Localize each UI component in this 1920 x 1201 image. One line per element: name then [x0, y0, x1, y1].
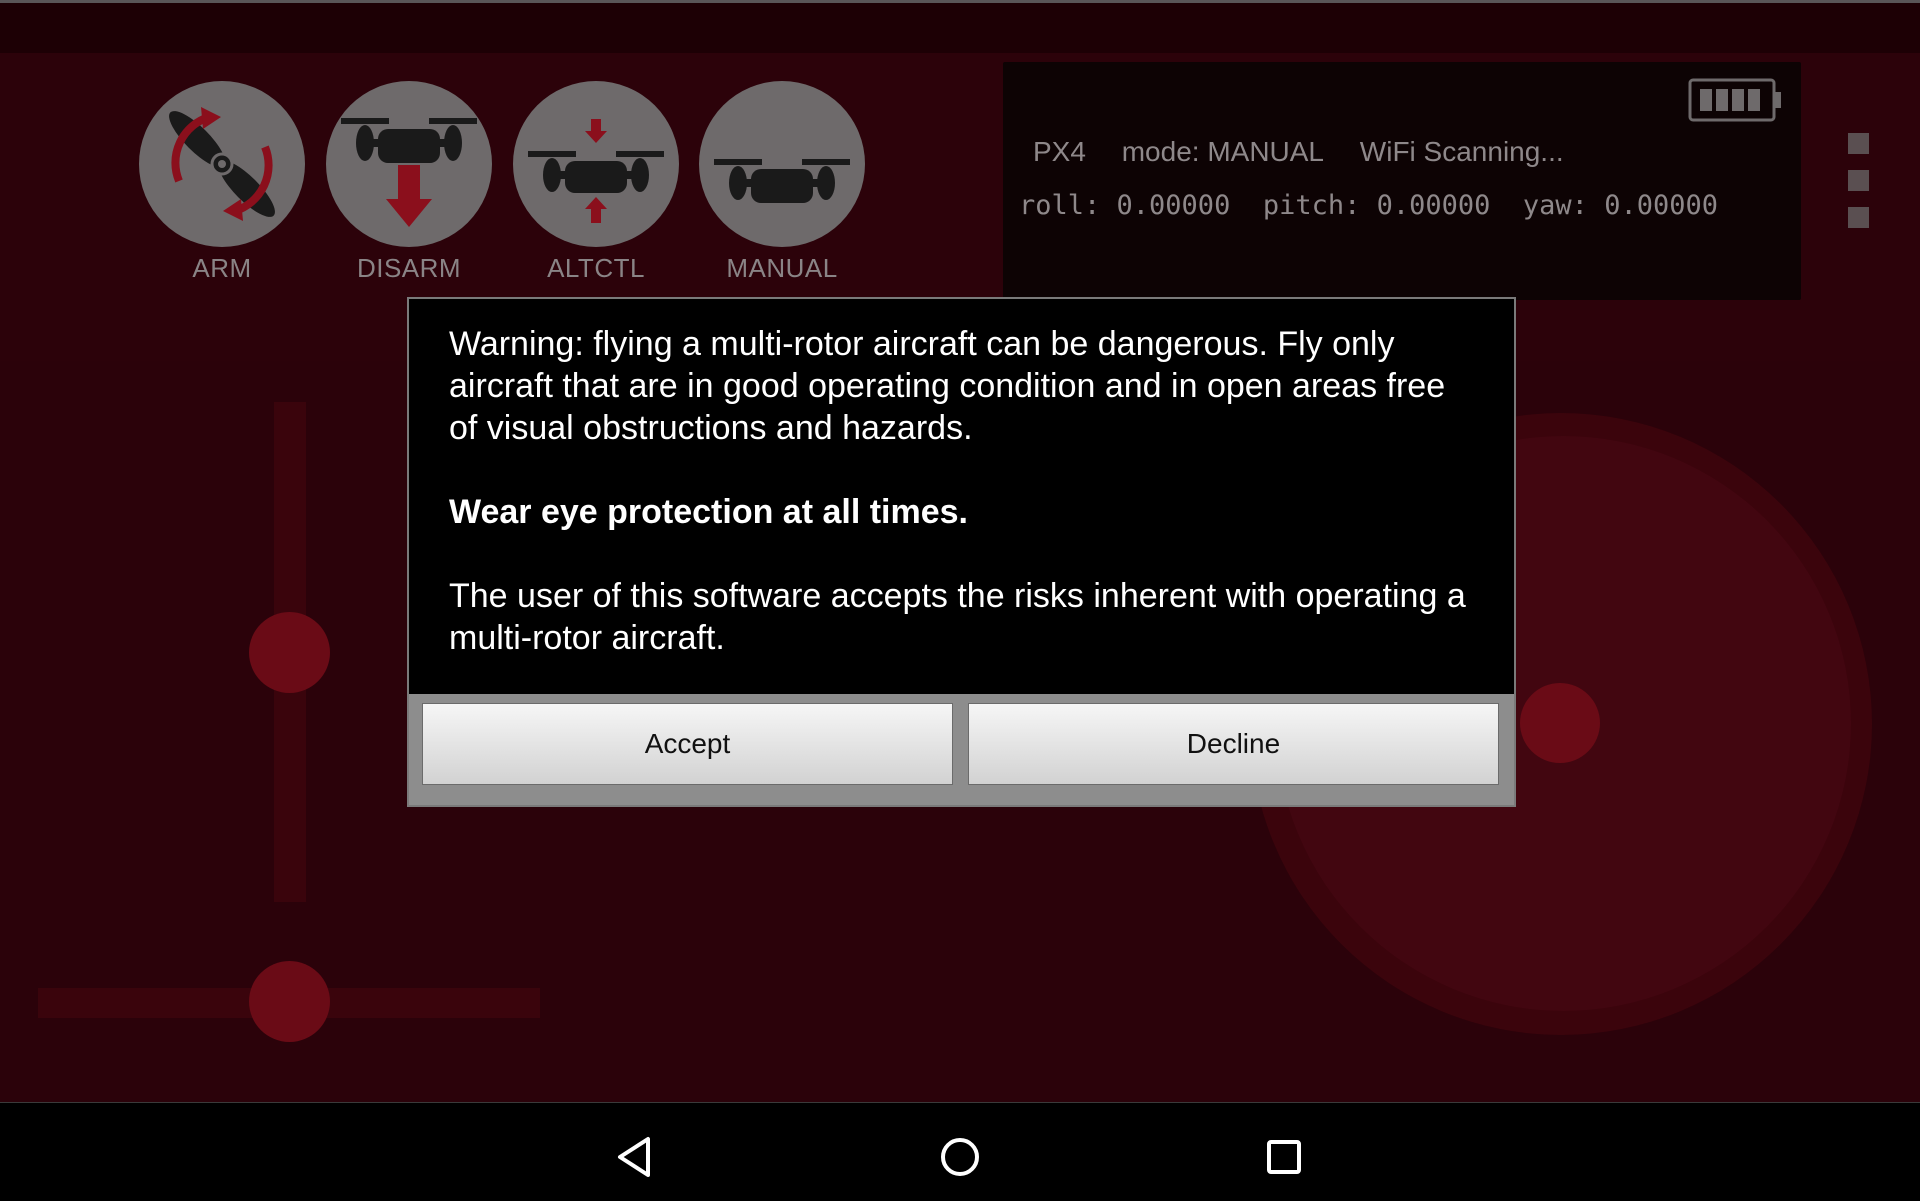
risk-acceptance-text: The user of this software accepts the ri…: [449, 577, 1466, 657]
drone-down-arrow-icon: [326, 81, 492, 247]
altctl-label: ALTCTL: [547, 253, 645, 283]
arm-button[interactable]: ARM: [136, 78, 308, 293]
yaw-knob[interactable]: [249, 961, 330, 1042]
altctl-button[interactable]: ALTCTL: [510, 78, 682, 293]
disarm-label: DISARM: [356, 253, 462, 283]
back-triangle-icon[interactable]: [604, 1125, 668, 1189]
attitude-readout: roll: 0.00000 pitch: 0.00000 yaw: 0.0000…: [1019, 190, 1718, 221]
telemetry-panel: PX4 mode: MANUAL WiFi Scanning... roll: …: [1003, 62, 1801, 300]
menu-dot: [1848, 133, 1869, 154]
propeller-icon: [139, 81, 305, 247]
decline-button[interactable]: Decline: [968, 703, 1499, 785]
drone-altitude-hold-icon: [513, 81, 679, 247]
overflow-menu-button[interactable]: [1848, 133, 1872, 233]
dialog-message: Warning: flying a multi-rotor aircraft c…: [449, 323, 1469, 659]
eye-protection-text: Wear eye protection at all times.: [449, 493, 968, 531]
menu-dot: [1848, 170, 1869, 191]
dialog-button-bar: Accept Decline: [409, 694, 1514, 805]
accept-button[interactable]: Accept: [422, 703, 953, 785]
vehicle-type: PX4: [1033, 136, 1086, 167]
warning-text: Warning: flying a multi-rotor aircraft c…: [449, 325, 1446, 447]
disarm-button[interactable]: DISARM: [323, 78, 495, 293]
flight-mode: mode: MANUAL: [1121, 136, 1325, 167]
recents-square-icon[interactable]: [1252, 1125, 1316, 1189]
throttle-knob[interactable]: [249, 612, 330, 693]
manual-label: MANUAL: [726, 253, 838, 283]
arm-label: ARM: [192, 253, 252, 283]
telemetry-status-line: PX4 mode: MANUAL WiFi Scanning...: [1033, 136, 1592, 168]
header-band: [0, 3, 1920, 53]
warning-dialog: Warning: flying a multi-rotor aircraft c…: [407, 297, 1516, 807]
joystick-knob[interactable]: [1520, 683, 1600, 763]
navigation-bar: [0, 1102, 1920, 1201]
drone-icon: [699, 81, 865, 247]
battery-full-icon: [1688, 78, 1781, 122]
home-circle-icon[interactable]: [928, 1125, 992, 1189]
wifi-status: WiFi Scanning...: [1359, 136, 1564, 167]
manual-button[interactable]: MANUAL: [696, 78, 868, 293]
menu-dot: [1848, 207, 1869, 228]
